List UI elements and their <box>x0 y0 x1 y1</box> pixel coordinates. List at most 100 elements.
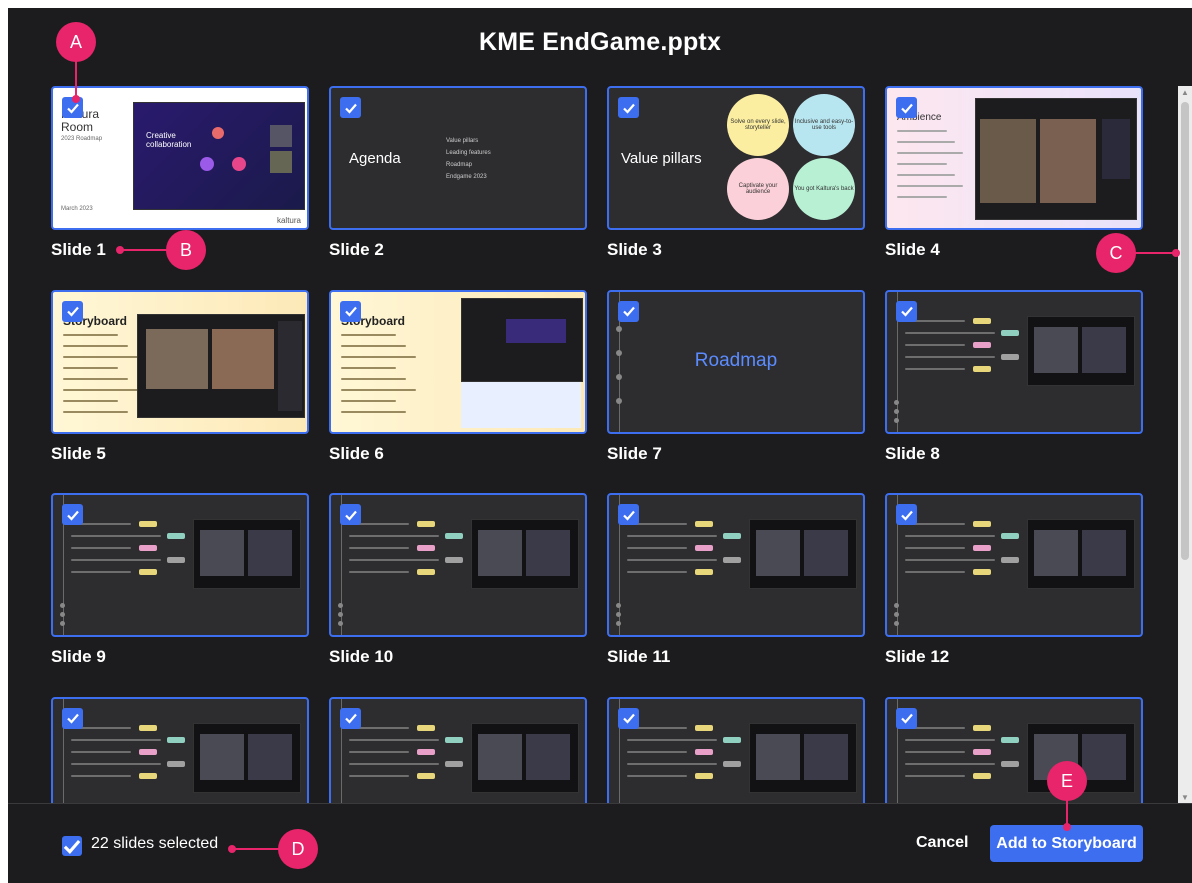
slide-bullet: Value pillars <box>446 138 479 144</box>
scrollbar[interactable]: ▲ ▼ <box>1178 86 1192 804</box>
slide-checkbox[interactable] <box>618 707 639 729</box>
callout-e: E <box>1047 761 1087 801</box>
select-all-checkbox[interactable] <box>62 836 82 856</box>
slide-card[interactable]: Slide 12 <box>885 493 1143 697</box>
slide-checkbox[interactable] <box>618 97 639 118</box>
slide-thumbnail[interactable]: Agenda Value pillars Leading features Roadm… <box>329 86 587 230</box>
slide-card[interactable]: Agenda Value pillars Leading features Roadm… <box>329 86 587 290</box>
timeline-text <box>905 547 965 549</box>
slide-checkbox[interactable] <box>340 97 361 118</box>
slide-thumbnail[interactable] <box>885 493 1143 637</box>
timeline-dot <box>338 603 343 608</box>
slide-thumbnail[interactable]: Storyboard <box>329 289 587 434</box>
feature-tag <box>417 724 435 731</box>
slide-thumbnail[interactable] <box>885 696 1143 804</box>
slide-bullet: Endgame 2023 <box>446 174 487 180</box>
timeline-text <box>349 762 439 765</box>
feature-tag <box>723 760 741 767</box>
pillar-circle: You got Kaltura's back <box>793 158 855 220</box>
checkmark-icon <box>900 103 913 114</box>
checkmark-icon <box>622 510 635 521</box>
slide-thumbnail[interactable] <box>329 696 587 804</box>
slide-thumbnail[interactable]: Kaltura Room2023 RoadmapMarch 2023kaltur… <box>51 86 309 230</box>
slide-thumbnail[interactable] <box>885 289 1143 434</box>
timeline-dot <box>894 603 899 608</box>
feature-tag <box>695 521 713 527</box>
slide-card[interactable]: Slide 11 <box>607 493 865 697</box>
bullet-line <box>63 344 128 347</box>
slide-checkbox[interactable] <box>340 504 361 525</box>
callout-b-point <box>116 246 124 254</box>
slide-thumbnail[interactable]: Value pillars Solve on every slide, story… <box>607 86 865 230</box>
feature-tag <box>1001 329 1019 336</box>
slide-checkbox[interactable] <box>896 707 917 729</box>
slide-checkbox[interactable] <box>896 300 917 322</box>
slide-heading: Value pillars <box>621 150 702 167</box>
slide-checkbox[interactable] <box>62 707 83 729</box>
callout-b-leader <box>121 249 167 251</box>
feature-tag <box>973 748 991 755</box>
slide-thumbnail[interactable] <box>329 493 587 637</box>
slide-card[interactable]: Roadmap Slide 7 <box>607 289 865 494</box>
scroll-down-icon[interactable]: ▼ <box>1181 793 1189 802</box>
timeline-text <box>627 547 687 549</box>
scrollbar-thumb[interactable] <box>1181 102 1189 560</box>
slide-card[interactable]: Slide 9 <box>51 493 309 697</box>
slide-label: Slide 7 <box>607 443 662 463</box>
slide-heading: Agenda <box>349 150 401 167</box>
slide-thumbnail[interactable]: Ambience <box>885 86 1143 230</box>
slide-card[interactable]: Slide 14 <box>329 696 587 804</box>
bullet-line <box>63 410 128 413</box>
slide-screenshot <box>193 722 301 793</box>
slide-label: Slide 2 <box>329 240 384 259</box>
slide-checkbox[interactable] <box>618 300 639 322</box>
slide-screenshot <box>975 98 1137 220</box>
feature-tag <box>139 545 157 551</box>
callout-a-leader <box>75 61 77 98</box>
slide-card[interactable]: Storyboard Slide 6 <box>329 289 587 494</box>
feature-tag <box>417 569 435 575</box>
feature-tag <box>695 724 713 731</box>
slide-checkbox[interactable] <box>340 300 361 322</box>
slide-checkbox[interactable] <box>618 504 639 525</box>
slide-thumbnail[interactable] <box>51 696 309 804</box>
slide-card[interactable]: Slide 10 <box>329 493 587 697</box>
feature-tag <box>139 521 157 527</box>
scroll-up-icon[interactable]: ▲ <box>1181 88 1189 97</box>
timeline-dot <box>338 612 343 617</box>
slide-card[interactable]: Slide 13 <box>51 696 309 804</box>
dialog-footer: 22 slides selected Cancel Add to Storybo… <box>8 803 1192 883</box>
bullet-line <box>897 185 963 187</box>
feature-tag <box>1001 533 1019 539</box>
timeline-dot <box>60 603 65 608</box>
slide-checkbox[interactable] <box>62 300 83 322</box>
slide-thumbnail[interactable] <box>51 493 309 637</box>
slide-thumbnail[interactable] <box>607 493 865 637</box>
slide-label: Slide 9 <box>51 647 106 666</box>
cancel-button[interactable]: Cancel <box>916 834 968 852</box>
feature-tag <box>1001 736 1019 743</box>
slide-checkbox[interactable] <box>896 504 917 525</box>
slide-thumbnail[interactable]: Storyboard <box>51 289 309 434</box>
slides-scroll-area: Kaltura Room2023 RoadmapMarch 2023kaltur… <box>8 8 1178 804</box>
slide-card[interactable]: Slide 15 <box>607 696 865 804</box>
slide-card[interactable]: Slide 8 <box>885 289 1143 494</box>
slide-screenshot <box>1027 315 1135 386</box>
feature-tag <box>139 772 157 779</box>
slide-card[interactable]: Storyboard Slide 5 <box>51 289 309 494</box>
slide-card[interactable]: Value pillars Solve on every slide, story… <box>607 86 865 290</box>
slide-thumbnail[interactable]: Roadmap <box>607 289 865 434</box>
feature-tag <box>445 533 463 539</box>
callout-c-leader <box>1135 252 1175 254</box>
slide-checkbox[interactable] <box>62 504 83 525</box>
media-thumbnail <box>756 530 800 576</box>
timeline-text <box>905 738 995 741</box>
slide-thumbnail[interactable] <box>607 696 865 804</box>
slide-checkbox[interactable] <box>340 707 361 729</box>
timeline-dot <box>60 612 65 617</box>
checkmark-icon <box>66 713 79 724</box>
timeline-dot <box>616 621 621 626</box>
slide-card[interactable]: Slide 16 <box>885 696 1143 804</box>
slide-checkbox[interactable] <box>896 97 917 118</box>
timeline-text <box>349 750 409 753</box>
